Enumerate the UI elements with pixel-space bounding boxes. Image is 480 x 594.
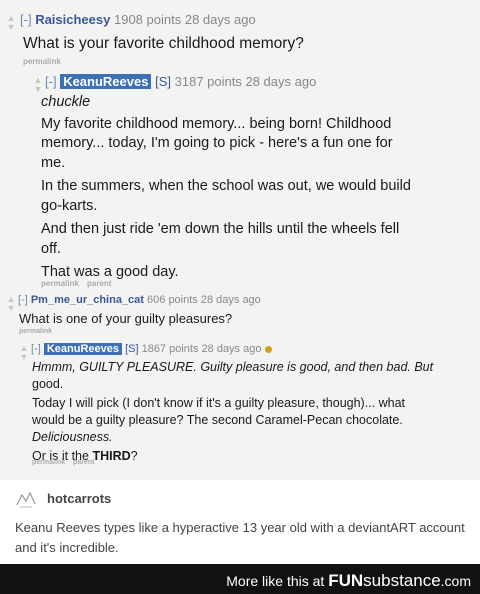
comment-age: 28 days ago [245,74,317,89]
permalink-link[interactable]: permalink [23,57,61,66]
comment-age: 28 days ago [184,12,256,27]
collapse-toggle[interactable]: [-] [18,294,28,306]
author-link[interactable]: Raisicheesy [35,12,110,27]
collapse-toggle[interactable]: [-] [45,74,57,89]
comment-links: permalink [23,57,61,66]
footer-text: More like this at FUNsubstance.com [226,571,471,591]
comment-text: In the summers, when the school was out,… [41,178,411,194]
comment-text: me. [41,154,66,171]
funsubstance-logo: FUNsubstance [328,571,440,590]
author-link[interactable]: KeanuReeves [43,343,122,355]
avatar [14,489,38,509]
downvote-arrow-icon[interactable]: ▼ [6,23,16,32]
comment-text: Today I will pick (I don't know if it's … [32,396,406,410]
comment-body: chuckle My favorite childhood memory... … [41,93,471,283]
comment-points: 3187 points [174,74,242,89]
comment-text: ? [130,449,138,463]
comment-text: And then just ride 'em down the hills un… [41,221,400,237]
vote-arrows: ▲ ▼ [33,76,43,94]
comment-tagline: [-] Raisicheesy 1908 points 28 days ago [20,12,256,27]
reddit-thread: ▲ ▼ [-] Raisicheesy 1908 points 28 days … [0,0,480,480]
author-link[interactable]: KeanuReeves [60,74,152,89]
post-text: Keanu Reeves types like a hyperactive 13… [15,520,465,535]
comment-text: My favorite childhood memory... being bo… [41,115,392,132]
comment-links: permalink parent [41,279,111,288]
gold-award-icon [264,345,272,353]
comment-tagline: [-] Pm_me_ur_china_cat 606 points 28 day… [18,294,261,306]
comment-text: What is one of your guilty pleasures? [19,311,233,326]
vote-arrows: ▲ ▼ [19,344,29,362]
emphasis-text: THIRD [92,449,131,463]
comment-text: memory... today, I'm going to pick - her… [41,135,393,151]
comment-age: 28 days ago [201,343,262,355]
sketch-avatar-icon [16,491,36,508]
vote-arrows: ▲ ▼ [6,14,16,32]
permalink-link[interactable]: permalink [41,279,79,288]
comment-text: Deliciousness. [32,430,113,444]
author-link[interactable]: Pm_me_ur_china_cat [31,294,144,306]
comment-points: 606 points [147,294,198,306]
submitter-badge: [S] [155,74,171,89]
logo-substance: substance [363,571,441,590]
comment-points: 1908 points [113,12,182,27]
comment-links: permalink [19,328,52,335]
permalink-link[interactable]: permalink [19,328,52,335]
downvote-arrow-icon[interactable]: ▼ [19,353,29,362]
comment-text: chuckle [41,94,91,110]
comment-text: What is your favorite childhood memory? [23,35,304,52]
footer-prefix: More like this at [226,573,325,589]
comment-tagline: [-] KeanuReeves [S] 3187 points 28 days … [45,74,316,89]
comment-body: What is one of your guilty pleasures? [19,310,232,328]
comment-body: What is your favorite childhood memory? [23,34,304,54]
collapse-toggle[interactable]: [-] [31,343,41,355]
tumblr-post: hotcarrots Keanu Reeves types like a hyp… [0,480,480,564]
comment-points: 1867 points [141,343,199,355]
comment-body: Hmmm, GUILTY PLEASURE. Guilty pleasure i… [32,359,472,465]
watermark-footer[interactable]: More like this at FUNsubstance.com [0,564,480,594]
tumblr-username[interactable]: hotcarrots [47,491,111,506]
comment-text: off. [41,240,61,257]
comment-text: good. [32,377,64,391]
tumblr-post-body: Keanu Reeves types like a hyperactive 13… [15,518,465,558]
footer-domain: .com [440,573,471,589]
parent-link[interactable]: parent [73,459,94,466]
downvote-arrow-icon[interactable]: ▼ [6,304,16,313]
submitter-badge: [S] [125,343,139,355]
comment-links: permalink parent [32,459,94,466]
comment-tagline: [-] KeanuReeves [S] 1867 points 28 days … [31,343,272,355]
parent-link[interactable]: parent [87,279,111,288]
comment-text: would be a guilty pleasure? The second C… [32,413,403,427]
post-text: and it's incredible. [15,540,119,555]
permalink-link[interactable]: permalink [32,459,65,466]
logo-fun: FUN [328,571,364,590]
vote-arrows: ▲ ▼ [6,295,16,313]
comment-text-line: Or is it the THIRD? [32,448,472,465]
comment-text: go-karts. [41,197,98,214]
comment-text: Hmmm, GUILTY PLEASURE. Guilty pleasure i… [32,360,434,374]
comment-age: 28 days ago [200,294,261,306]
collapse-toggle[interactable]: [-] [20,12,32,27]
